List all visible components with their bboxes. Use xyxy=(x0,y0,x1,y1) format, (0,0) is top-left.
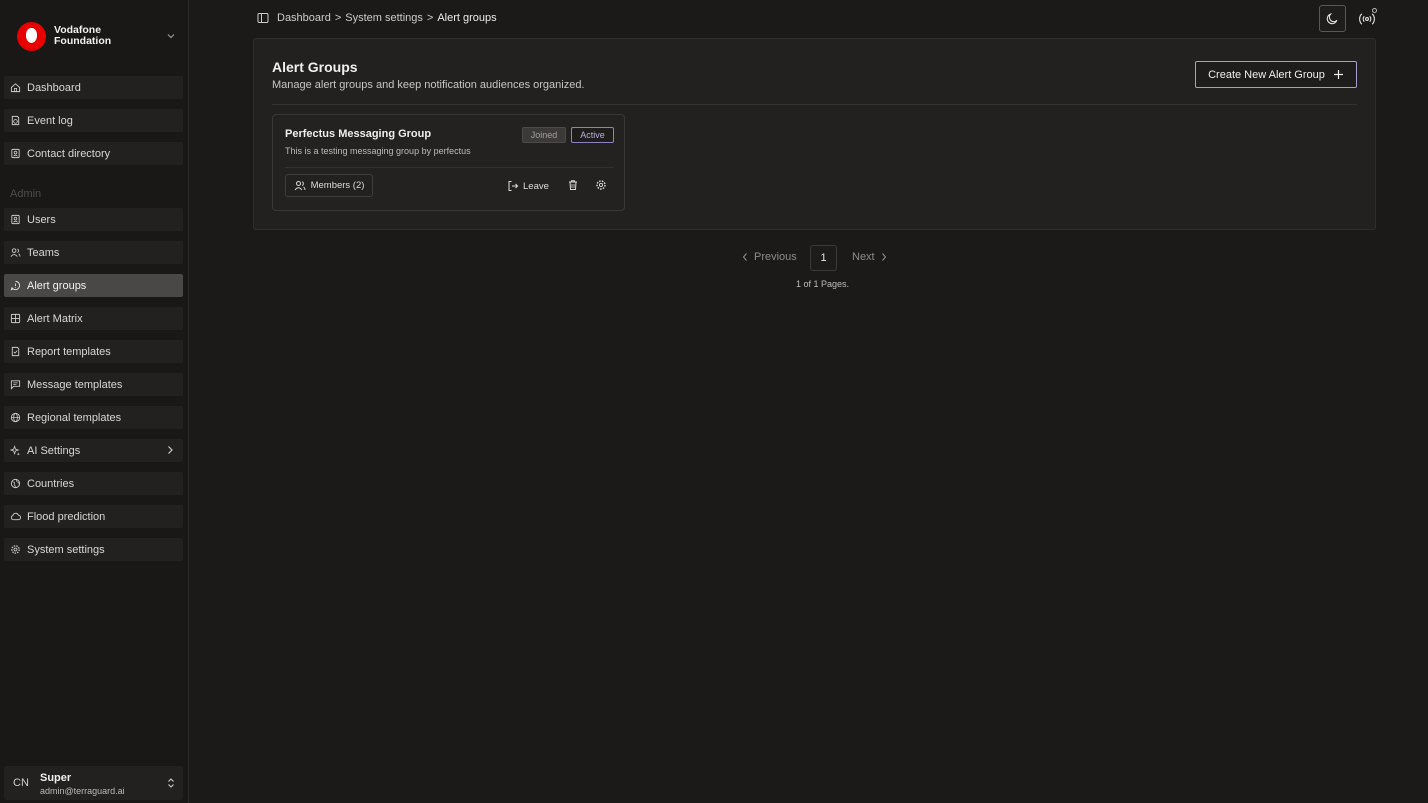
chevrons-up-down-icon xyxy=(168,778,174,788)
event-log-icon xyxy=(11,115,20,126)
contact-directory-icon xyxy=(11,148,20,159)
breadcrumb-current: Alert groups xyxy=(437,12,497,24)
log-out-icon xyxy=(508,181,519,191)
user-email: admin@terraguard.ai xyxy=(40,786,125,796)
sidebar-item-label: Event log xyxy=(27,114,73,127)
sidebar-item-countries[interactable]: Countries xyxy=(4,472,183,495)
chevron-right-icon xyxy=(168,446,173,454)
sidebar-item-label: System settings xyxy=(27,543,105,556)
sparkles-icon xyxy=(10,445,21,456)
breadcrumb-separator: > xyxy=(334,12,342,24)
alert-groups-icon xyxy=(10,280,21,291)
org-switcher[interactable]: Vodafone Foundation xyxy=(17,21,177,51)
chevron-down-icon xyxy=(167,34,175,39)
sidebar-item-report-templates[interactable]: Report templates xyxy=(4,340,183,363)
sidebar-item-label: Teams xyxy=(27,246,60,259)
gear-icon xyxy=(596,180,606,190)
avatar: CN xyxy=(13,777,29,789)
members-button[interactable]: Members (2) xyxy=(285,174,373,197)
page-title: Alert Groups xyxy=(272,59,358,75)
sidebar-item-label: Countries xyxy=(27,477,75,490)
users-icon xyxy=(294,181,306,191)
sidebar-item-dashboard[interactable]: Dashboard xyxy=(4,76,183,99)
breadcrumb-system-settings[interactable]: System settings xyxy=(345,12,423,24)
sidebar-item-system-settings[interactable]: System settings xyxy=(4,538,183,561)
sidebar-item-teams[interactable]: Teams xyxy=(4,241,183,264)
pagination-summary: 1 of 1 Pages. xyxy=(796,279,850,289)
breadcrumb-dashboard[interactable]: Dashboard xyxy=(277,12,331,24)
settings-button[interactable] xyxy=(594,178,608,192)
joined-badge: Joined xyxy=(522,127,566,143)
alert-group-name: Perfectus Messaging Group xyxy=(285,128,432,140)
theme-toggle-button[interactable] xyxy=(1319,5,1346,32)
sidebar-item-contact-directory[interactable]: Contact directory xyxy=(4,142,183,165)
admin-section-label: Admin xyxy=(10,188,42,200)
sidebar-item-ai-settings[interactable]: AI Settings xyxy=(4,439,183,462)
sidebar-item-label: Dashboard xyxy=(27,81,81,94)
sidebar: Vodafone Foundation Dashboard Event log … xyxy=(0,0,189,803)
home-icon xyxy=(10,83,21,93)
previous-page-button[interactable]: Previous xyxy=(741,251,797,263)
previous-label: Previous xyxy=(754,251,797,263)
sidebar-item-alert-matrix[interactable]: Alert Matrix xyxy=(4,307,183,330)
sidebar-item-label: Users xyxy=(27,213,56,226)
page-number-button[interactable]: 1 xyxy=(810,245,837,271)
gear-icon xyxy=(11,545,20,554)
page-description: Manage alert groups and keep notificatio… xyxy=(272,79,585,91)
sidebar-item-users[interactable]: Users xyxy=(4,208,183,231)
sidebar-item-label: AI Settings xyxy=(27,444,81,457)
leave-button[interactable]: Leave xyxy=(507,178,549,194)
alert-group-card: Perfectus Messaging Group This is a test… xyxy=(272,114,625,211)
broadcast-icon xyxy=(1359,13,1375,25)
user-menu[interactable]: CN Super admin@terraguard.ai xyxy=(4,766,183,800)
sidebar-item-regional-templates[interactable]: Regional templates xyxy=(4,406,183,429)
sidebar-item-label: Alert groups xyxy=(27,279,87,292)
broadcast-button[interactable] xyxy=(1355,8,1379,30)
breadcrumb-separator: > xyxy=(426,12,434,24)
plus-icon xyxy=(1333,70,1343,79)
sidebar-item-event-log[interactable]: Event log xyxy=(4,109,183,132)
sidebar-item-label: Message templates xyxy=(27,378,123,391)
teams-icon xyxy=(10,248,21,257)
trash-icon xyxy=(569,180,577,190)
countries-icon xyxy=(10,478,21,489)
vodafone-logo-icon xyxy=(17,21,46,51)
card-divider xyxy=(285,167,614,168)
sidebar-item-label: Flood prediction xyxy=(27,510,106,523)
sidebar-item-label: Report templates xyxy=(27,345,111,358)
report-icon xyxy=(11,346,20,357)
next-label: Next xyxy=(852,251,875,263)
sidebar-item-flood-prediction[interactable]: Flood prediction xyxy=(4,505,183,528)
sidebar-item-label: Alert Matrix xyxy=(27,312,83,325)
sidebar-toggle-icon[interactable] xyxy=(257,12,269,24)
chevron-right-icon xyxy=(881,253,886,261)
status-badge: Active xyxy=(571,127,614,143)
breadcrumb: Dashboard > System settings > Alert grou… xyxy=(277,12,497,24)
chevron-left-icon xyxy=(742,253,747,261)
message-icon xyxy=(10,380,21,390)
panel-divider xyxy=(272,104,1357,105)
members-label: Members (2) xyxy=(310,180,365,191)
cloud-icon xyxy=(10,512,21,521)
sidebar-item-alert-groups[interactable]: Alert groups xyxy=(4,274,183,297)
leave-label: Leave xyxy=(523,180,549,192)
brand-name-line2: Foundation xyxy=(54,35,112,47)
delete-button[interactable] xyxy=(566,178,580,192)
alert-groups-panel: Alert Groups Manage alert groups and kee… xyxy=(253,38,1376,230)
create-alert-group-button[interactable]: Create New Alert Group xyxy=(1195,61,1357,88)
sidebar-item-message-templates[interactable]: Message templates xyxy=(4,373,183,396)
sidebar-item-label: Regional templates xyxy=(27,411,122,424)
next-page-button[interactable]: Next xyxy=(852,251,888,263)
users-icon xyxy=(11,214,20,225)
user-name: Super xyxy=(40,772,72,784)
alert-group-description: This is a testing messaging group by per… xyxy=(285,146,471,156)
grid-icon xyxy=(10,313,21,324)
notification-dot-icon xyxy=(1372,8,1377,13)
globe-icon xyxy=(10,412,21,423)
sidebar-item-label: Contact directory xyxy=(27,147,111,160)
create-alert-group-label: Create New Alert Group xyxy=(1208,68,1325,81)
moon-icon xyxy=(1326,12,1338,25)
